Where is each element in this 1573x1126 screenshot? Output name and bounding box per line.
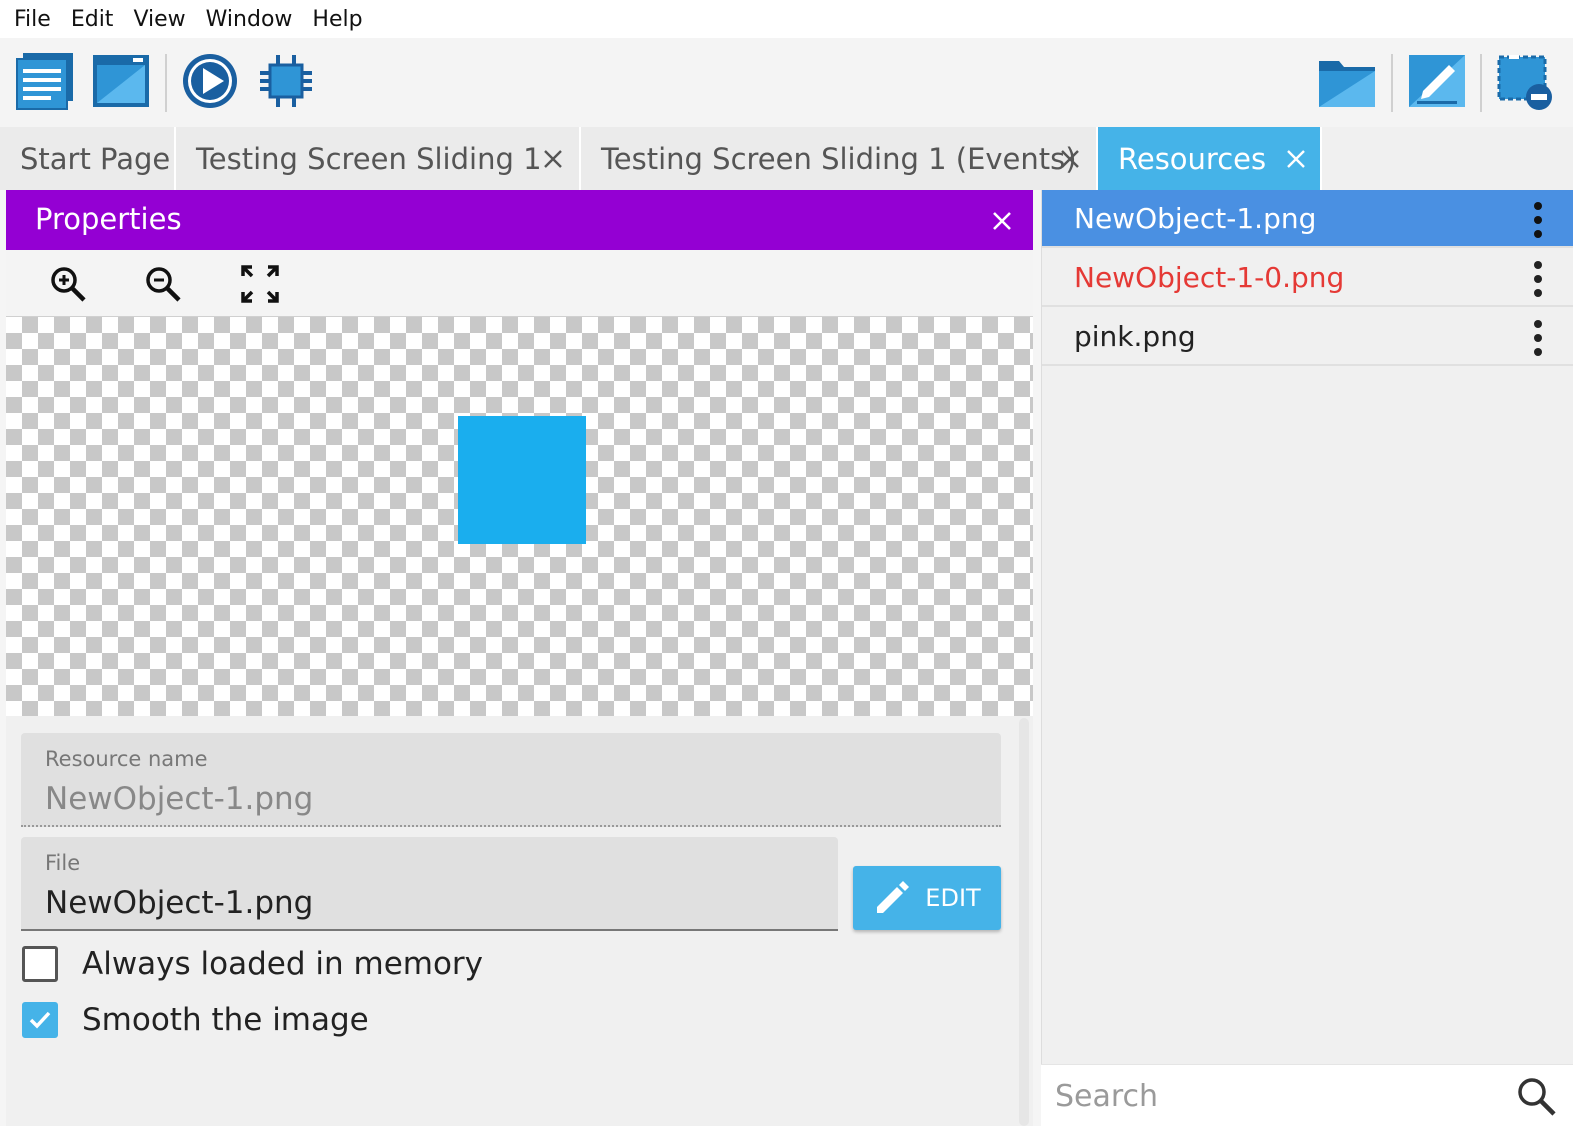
menu-edit[interactable]: Edit <box>63 7 126 32</box>
panel-title: Properties <box>35 202 182 236</box>
tab-close-button[interactable] <box>1050 127 1090 190</box>
toolbar <box>0 38 1573 128</box>
menu-view[interactable]: View <box>125 7 197 32</box>
zoom-in-icon <box>51 267 86 302</box>
edit-icon <box>1409 55 1465 107</box>
checkmark-icon <box>29 1011 51 1029</box>
list-item[interactable]: NewObject-1.png <box>1042 190 1573 248</box>
tab-label: Start Page <box>20 141 171 176</box>
resource-item-name: NewObject-1-0.png <box>1074 261 1345 294</box>
remove-unused-button[interactable] <box>1494 50 1556 112</box>
smooth-image-checkbox-row[interactable]: Smooth the image <box>22 1000 369 1040</box>
remove-unused-icon <box>1497 55 1552 110</box>
fullscreen-icon <box>241 265 279 303</box>
more-options-icon[interactable] <box>1530 261 1546 297</box>
image-preview <box>6 316 1033 716</box>
menu-window[interactable]: Window <box>198 7 305 32</box>
preview-image <box>458 416 586 544</box>
toolbar-separator <box>1480 54 1482 112</box>
search-bar <box>1041 1064 1573 1126</box>
scene-editor-icon <box>93 55 149 107</box>
search-icon[interactable] <box>1515 1075 1557 1117</box>
close-icon <box>1061 149 1079 168</box>
zoom-fit-button[interactable] <box>238 262 282 306</box>
zoom-out-button[interactable] <box>141 262 185 306</box>
list-item[interactable]: NewObject-1-0.png <box>1042 249 1573 307</box>
resource-item-name: pink.png <box>1074 320 1196 353</box>
close-icon <box>1287 149 1305 168</box>
tab-label: Resources <box>1118 141 1267 176</box>
tab-testing-screen-sliding-events[interactable]: Testing Screen Sliding 1 (Events) <box>581 127 1098 190</box>
debugger-button[interactable] <box>255 50 317 112</box>
search-input[interactable] <box>1055 1073 1495 1119</box>
menu-help[interactable]: Help <box>304 7 374 32</box>
tab-bar: Start Page Testing Screen Sliding 1 Test… <box>0 127 1573 190</box>
more-options-icon[interactable] <box>1530 320 1546 356</box>
preview-button[interactable] <box>179 50 241 112</box>
resource-name-label: Resource name <box>45 747 208 771</box>
smooth-image-checkbox[interactable] <box>22 1002 58 1038</box>
project-manager-button[interactable] <box>14 50 76 112</box>
zoom-in-button[interactable] <box>46 262 90 306</box>
open-folder-button[interactable] <box>1316 50 1378 112</box>
tab-testing-screen-sliding[interactable]: Testing Screen Sliding 1 <box>176 127 581 190</box>
close-icon <box>544 149 562 168</box>
debugger-icon <box>260 55 312 107</box>
edit-button-label: EDIT <box>925 884 981 912</box>
pencil-icon <box>877 881 910 913</box>
always-loaded-label: Always loaded in memory <box>82 946 484 982</box>
resource-item-name: NewObject-1.png <box>1074 202 1317 235</box>
always-loaded-checkbox[interactable] <box>22 946 58 982</box>
properties-header: Properties <box>6 190 1033 250</box>
scene-editor-button[interactable] <box>90 50 152 112</box>
resources-list: NewObject-1.png NewObject-1-0.png pink.p… <box>1041 190 1573 1126</box>
file-value[interactable]: NewObject-1.png <box>45 885 313 921</box>
resource-name-value: NewObject-1.png <box>45 781 314 817</box>
menu-bar: File Edit View Window Help <box>0 0 1573 38</box>
more-options-icon[interactable] <box>1530 202 1546 238</box>
tab-close-button[interactable] <box>533 127 573 190</box>
tab-label: Testing Screen Sliding 1 (Events) <box>601 141 1077 176</box>
zoom-out-icon <box>146 267 181 302</box>
edit-resource-button[interactable] <box>1406 50 1468 112</box>
list-item[interactable]: pink.png <box>1042 308 1573 366</box>
file-label: File <box>45 851 81 875</box>
edit-button[interactable]: EDIT <box>853 866 1001 930</box>
panel-close-button[interactable] <box>985 204 1019 238</box>
open-folder-icon <box>1319 61 1375 107</box>
tab-label: Testing Screen Sliding 1 <box>196 141 542 176</box>
resource-name-field: Resource name NewObject-1.png <box>21 733 1001 827</box>
preview-play-icon <box>183 54 237 108</box>
project-manager-icon <box>16 53 73 110</box>
close-icon <box>993 212 1011 230</box>
smooth-image-label: Smooth the image <box>82 1002 369 1038</box>
toolbar-separator <box>165 54 167 112</box>
always-loaded-checkbox-row[interactable]: Always loaded in memory <box>22 944 483 984</box>
properties-panel: Properties Resource name NewObject-1.png… <box>6 190 1033 1126</box>
scrollbar[interactable] <box>1019 718 1029 1126</box>
file-field[interactable]: File NewObject-1.png <box>21 837 838 931</box>
toolbar-separator <box>1391 54 1393 112</box>
zoom-toolbar <box>6 250 1033 316</box>
tab-start-page[interactable]: Start Page <box>0 127 176 190</box>
tab-close-button[interactable] <box>1276 127 1316 190</box>
menu-file[interactable]: File <box>6 7 63 32</box>
